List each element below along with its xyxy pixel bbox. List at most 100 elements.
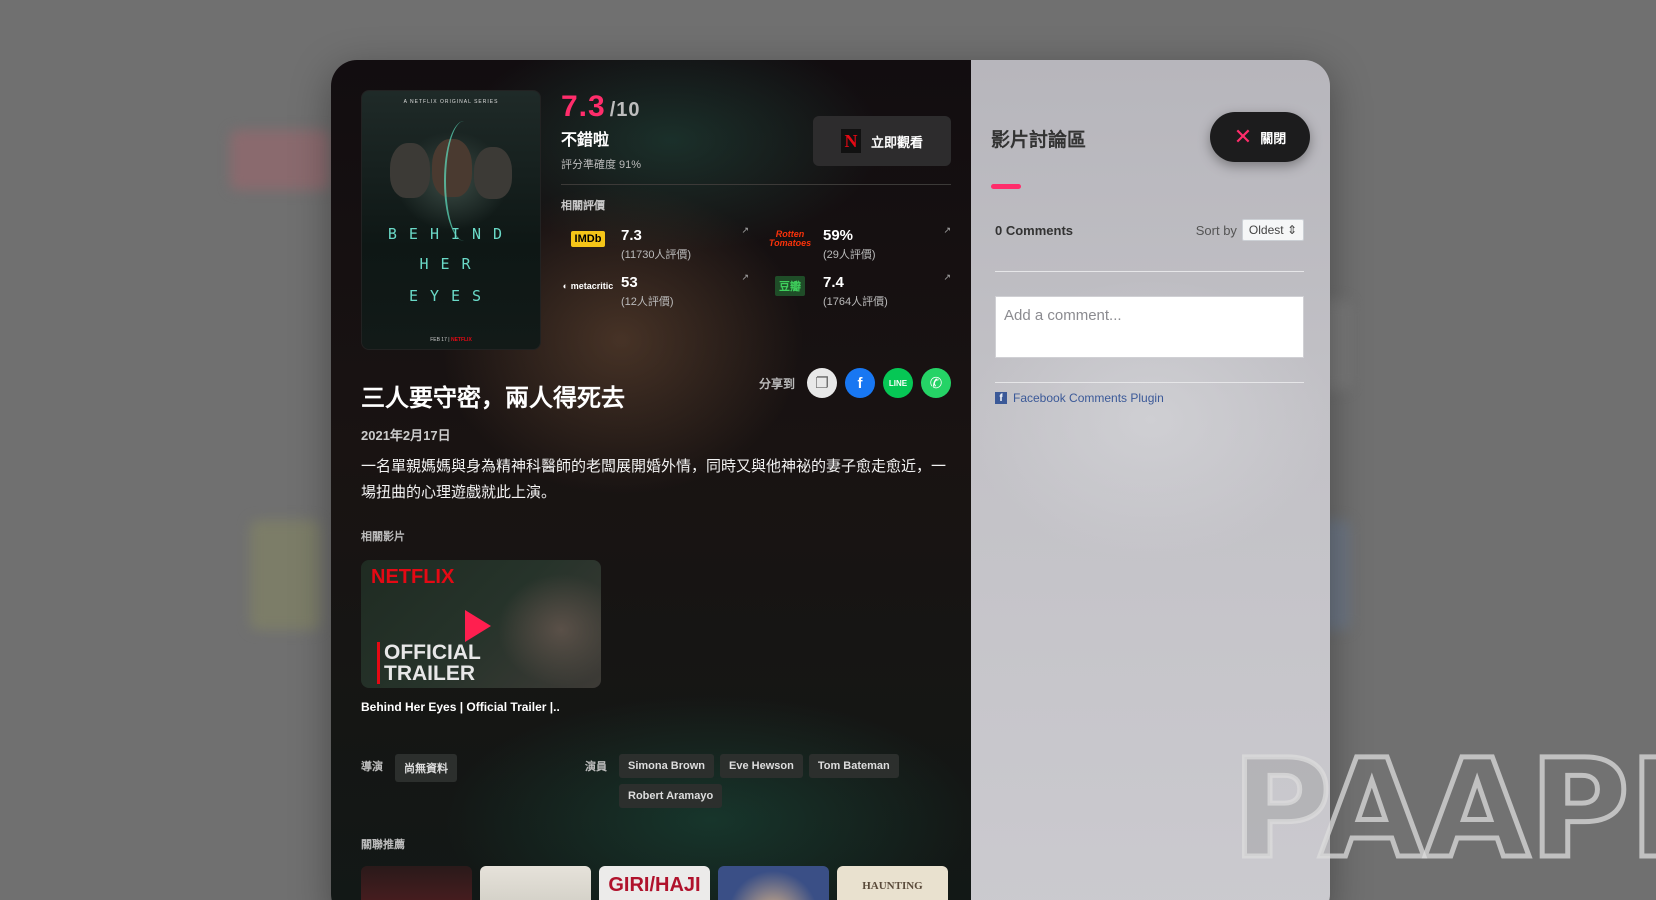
facebook-comments-plugin-link[interactable]: f Facebook Comments Plugin xyxy=(995,391,1304,405)
related-ratings-label: 相關評價 xyxy=(561,200,605,212)
score-row: 7.3/10 不錯啦 評分準確度 91% N 立即觀看 xyxy=(561,90,951,172)
rating-douban[interactable]: 豆瓣 7.4 (1764人評價) ↗ xyxy=(763,272,951,309)
close-label: 關閉 xyxy=(1260,130,1287,146)
verdict: 不錯啦 xyxy=(561,132,610,149)
cast-list: Simona Brown Eve Hewson Tom Bateman Robe… xyxy=(619,754,939,814)
recommendation-list: GIRI/HAJI HAUNTING xyxy=(361,866,951,900)
external-link-icon[interactable]: ↗ xyxy=(943,225,951,236)
ratings-grid: IMDb 7.3 (11730人評價) ↗ Rotten Tomatoes 59% (… xyxy=(561,225,951,309)
trailer-thumbnail[interactable]: NETFLIX OFFICIAL TRAILER xyxy=(361,560,601,688)
accent-bar xyxy=(991,184,1021,189)
overlay-line: TRAILER xyxy=(384,662,475,685)
recommendations-label: 關聯推薦 xyxy=(361,839,405,851)
poster-face xyxy=(390,143,430,198)
poster-brand: NETFLIX xyxy=(450,337,472,343)
comments-toolbar: 0 Comments Sort by Oldest ⇕ xyxy=(991,219,1308,241)
cast-tag[interactable]: Simona Brown xyxy=(619,754,715,778)
netflix-icon: N xyxy=(840,129,861,153)
poster-glow xyxy=(444,121,484,241)
discussion-header: 影片討論區 ✕ 關閉 xyxy=(991,112,1310,162)
sort-select[interactable]: Oldest ⇕ xyxy=(1241,219,1304,241)
play-icon[interactable] xyxy=(465,610,491,642)
facebook-icon: f xyxy=(995,392,1007,404)
sort-label: Sort by xyxy=(1195,222,1237,238)
movie-poster[interactable]: A NETFLIX ORIGINAL SERIES BEHIND HER EYE… xyxy=(361,90,541,350)
movie-title: 三人要守密，兩人得死去 xyxy=(361,385,625,412)
external-link-icon[interactable]: ↗ xyxy=(943,272,951,283)
score-max: /10 xyxy=(609,99,641,121)
watch-now-button[interactable]: N 立即觀看 xyxy=(813,116,951,166)
rating-imdb[interactable]: IMDb 7.3 (11730人評價) ↗ xyxy=(561,225,749,262)
director-tag[interactable]: 尚無資料 xyxy=(395,754,457,782)
trailer-title[interactable]: Behind Her Eyes | Official Trailer |.. xyxy=(361,700,951,714)
rating-metacritic[interactable]: ◐ metacritic 53 (12人評價) ↗ xyxy=(561,272,749,309)
douban-logo-icon: 豆瓣 xyxy=(763,274,817,298)
external-link-icon[interactable]: ↗ xyxy=(741,272,749,283)
rating-value: 53 xyxy=(621,274,638,291)
movie-detail-modal: A NETFLIX ORIGINAL SERIES BEHIND HER EYE… xyxy=(331,60,1330,900)
facebook-share-icon[interactable]: f xyxy=(845,368,875,398)
divider xyxy=(561,184,951,185)
credits: 導演 尚無資料 演員 Simona Brown Eve Hewson Tom B… xyxy=(361,754,951,814)
rating-value: 59% xyxy=(823,227,854,244)
close-button[interactable]: ✕ 關閉 xyxy=(1210,112,1310,162)
comment-input[interactable]: Add a comment... xyxy=(995,296,1304,358)
release-date: 2021年2月17日 xyxy=(361,428,451,443)
rating-info: 7.3/10 不錯啦 評分準確度 91% N 立即觀看 相關評價 IMDb 7.… xyxy=(561,90,951,350)
share-label: 分享到 xyxy=(758,376,795,391)
watch-now-label: 立即觀看 xyxy=(870,134,923,150)
overlay-line: OFFICIAL xyxy=(384,641,481,664)
poster-top-text: A NETFLIX ORIGINAL SERIES xyxy=(403,99,499,105)
recommendation-title: GIRI/HAJI xyxy=(608,874,701,896)
whatsapp-share-icon[interactable]: ✆ xyxy=(921,368,951,398)
rating-count: (11730人評價) xyxy=(621,249,692,261)
score-value: 7.3 xyxy=(561,90,606,123)
share-bar: 分享到 ❐ f LINE ✆ xyxy=(759,368,951,398)
cast-tag[interactable]: Robert Aramayo xyxy=(619,784,723,808)
cast-tag[interactable]: Eve Hewson xyxy=(720,754,803,778)
imdb-logo-icon: IMDb xyxy=(561,227,615,251)
sort-control: Sort by Oldest ⇕ xyxy=(1196,219,1304,241)
related-videos-label: 相關影片 xyxy=(361,531,405,543)
copy-link-icon[interactable]: ❐ xyxy=(807,368,837,398)
cast-tag[interactable]: Tom Bateman xyxy=(808,754,899,778)
poster-footer: FEB 17 | NETFLIX xyxy=(430,337,472,343)
poster-title-line: HER xyxy=(419,255,483,273)
rating-count: (12人評價) xyxy=(621,296,674,308)
movie-description: 一名單親媽媽與身為精神科醫師的老闆展開婚外情，同時又與他神祕的妻子愈走愈近，一場… xyxy=(361,458,947,501)
background-block xyxy=(250,520,320,630)
comments-count: 0 Comments xyxy=(995,222,1074,238)
overall-score: 7.3/10 xyxy=(561,90,641,124)
rating-rotten-tomatoes[interactable]: Rotten Tomatoes 59% (29人評價) ↗ xyxy=(763,225,951,262)
plugin-label: Facebook Comments Plugin xyxy=(1013,391,1164,405)
poster-title-line: BEHIND xyxy=(387,225,515,243)
rating-accuracy: 評分準確度 91% xyxy=(561,159,642,171)
watermark: PAAPI xyxy=(1230,731,1656,889)
movie-header: A NETFLIX ORIGINAL SERIES BEHIND HER EYE… xyxy=(361,90,951,350)
score-block: 7.3/10 不錯啦 評分準確度 91% xyxy=(561,90,641,172)
background-block xyxy=(230,130,330,190)
movie-info-panel: A NETFLIX ORIGINAL SERIES BEHIND HER EYE… xyxy=(331,60,971,900)
rating-value: 7.4 xyxy=(823,274,844,291)
director-block: 導演 尚無資料 xyxy=(361,754,585,814)
recommendation-card[interactable]: GIRI/HAJI xyxy=(599,866,710,900)
recommendation-title: HAUNTING xyxy=(862,880,923,892)
rating-count: (29人評價) xyxy=(823,249,876,261)
poster-date: FEB 17 xyxy=(430,337,447,343)
poster-title-line: EYES xyxy=(408,287,494,305)
recommendation-card[interactable] xyxy=(361,866,472,900)
video-brand: NETFLIX xyxy=(371,566,455,588)
external-link-icon[interactable]: ↗ xyxy=(741,225,749,236)
recommendation-card[interactable]: HAUNTING xyxy=(837,866,948,900)
rating-count: (1764人評價) xyxy=(823,296,888,308)
title-row: 三人要守密，兩人得死去 分享到 ❐ f LINE ✆ xyxy=(361,368,951,413)
recommendation-card[interactable] xyxy=(718,866,829,900)
divider xyxy=(995,271,1304,272)
cast-label: 演員 xyxy=(585,761,607,773)
rating-value: 7.3 xyxy=(621,227,642,244)
divider xyxy=(995,382,1304,383)
director-label: 導演 xyxy=(361,761,383,773)
line-share-icon[interactable]: LINE xyxy=(883,368,913,398)
discussion-title: 影片討論區 xyxy=(991,129,1087,151)
recommendation-card[interactable] xyxy=(480,866,591,900)
